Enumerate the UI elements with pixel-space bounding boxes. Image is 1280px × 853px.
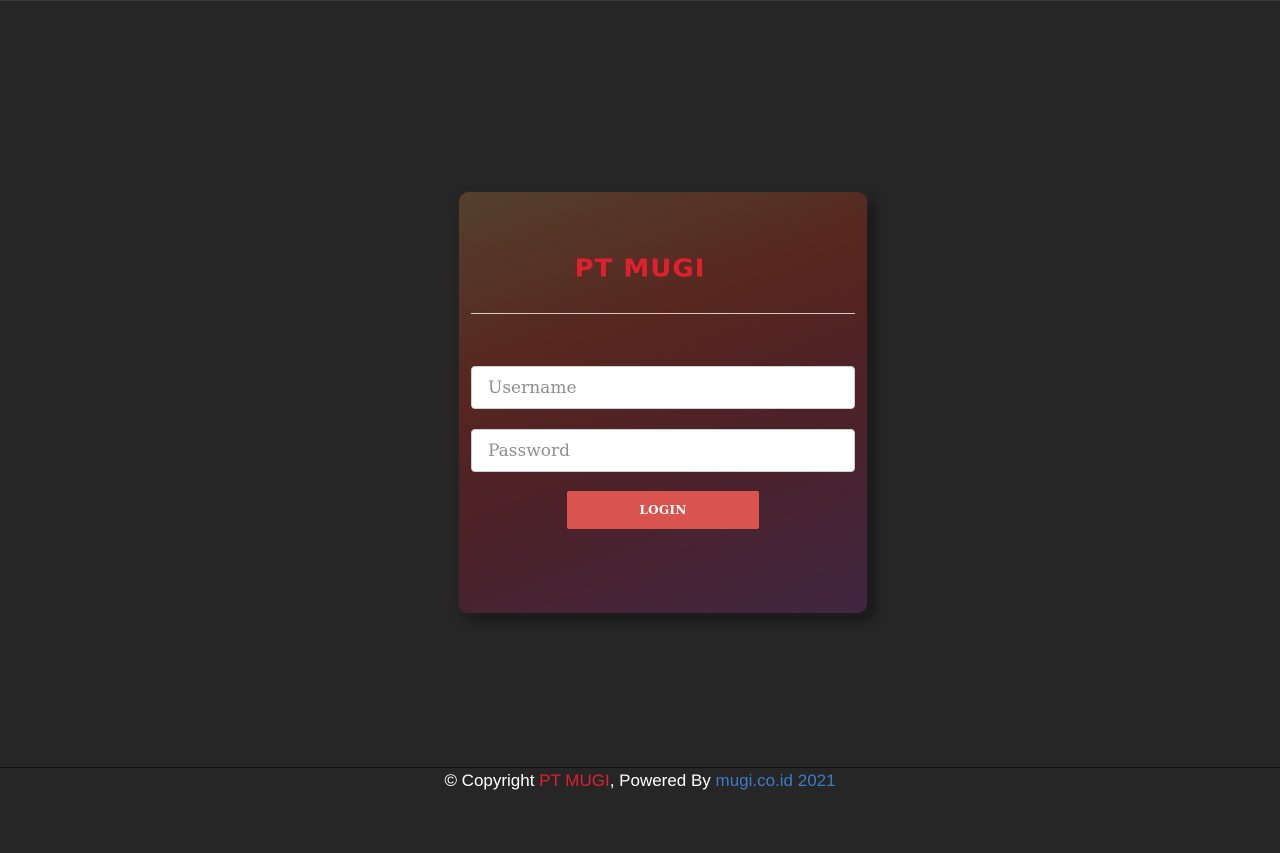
footer-link[interactable]: mugi.co.id 2021 — [716, 771, 836, 790]
footer-divider — [0, 767, 1280, 768]
powered-by-text: , Powered By — [609, 771, 716, 790]
top-border — [0, 0, 1280, 1]
logo-divider — [471, 313, 855, 314]
footer-brand: PT MUGI — [539, 771, 610, 790]
logo: PT MUGI — [574, 254, 706, 284]
password-input[interactable] — [471, 429, 855, 472]
username-input[interactable] — [471, 366, 855, 409]
footer: © Copyright PT MUGI, Powered By mugi.co.… — [0, 771, 1280, 791]
login-button[interactable]: LOGIN — [567, 491, 759, 529]
copyright-text: © Copyright — [444, 771, 540, 790]
